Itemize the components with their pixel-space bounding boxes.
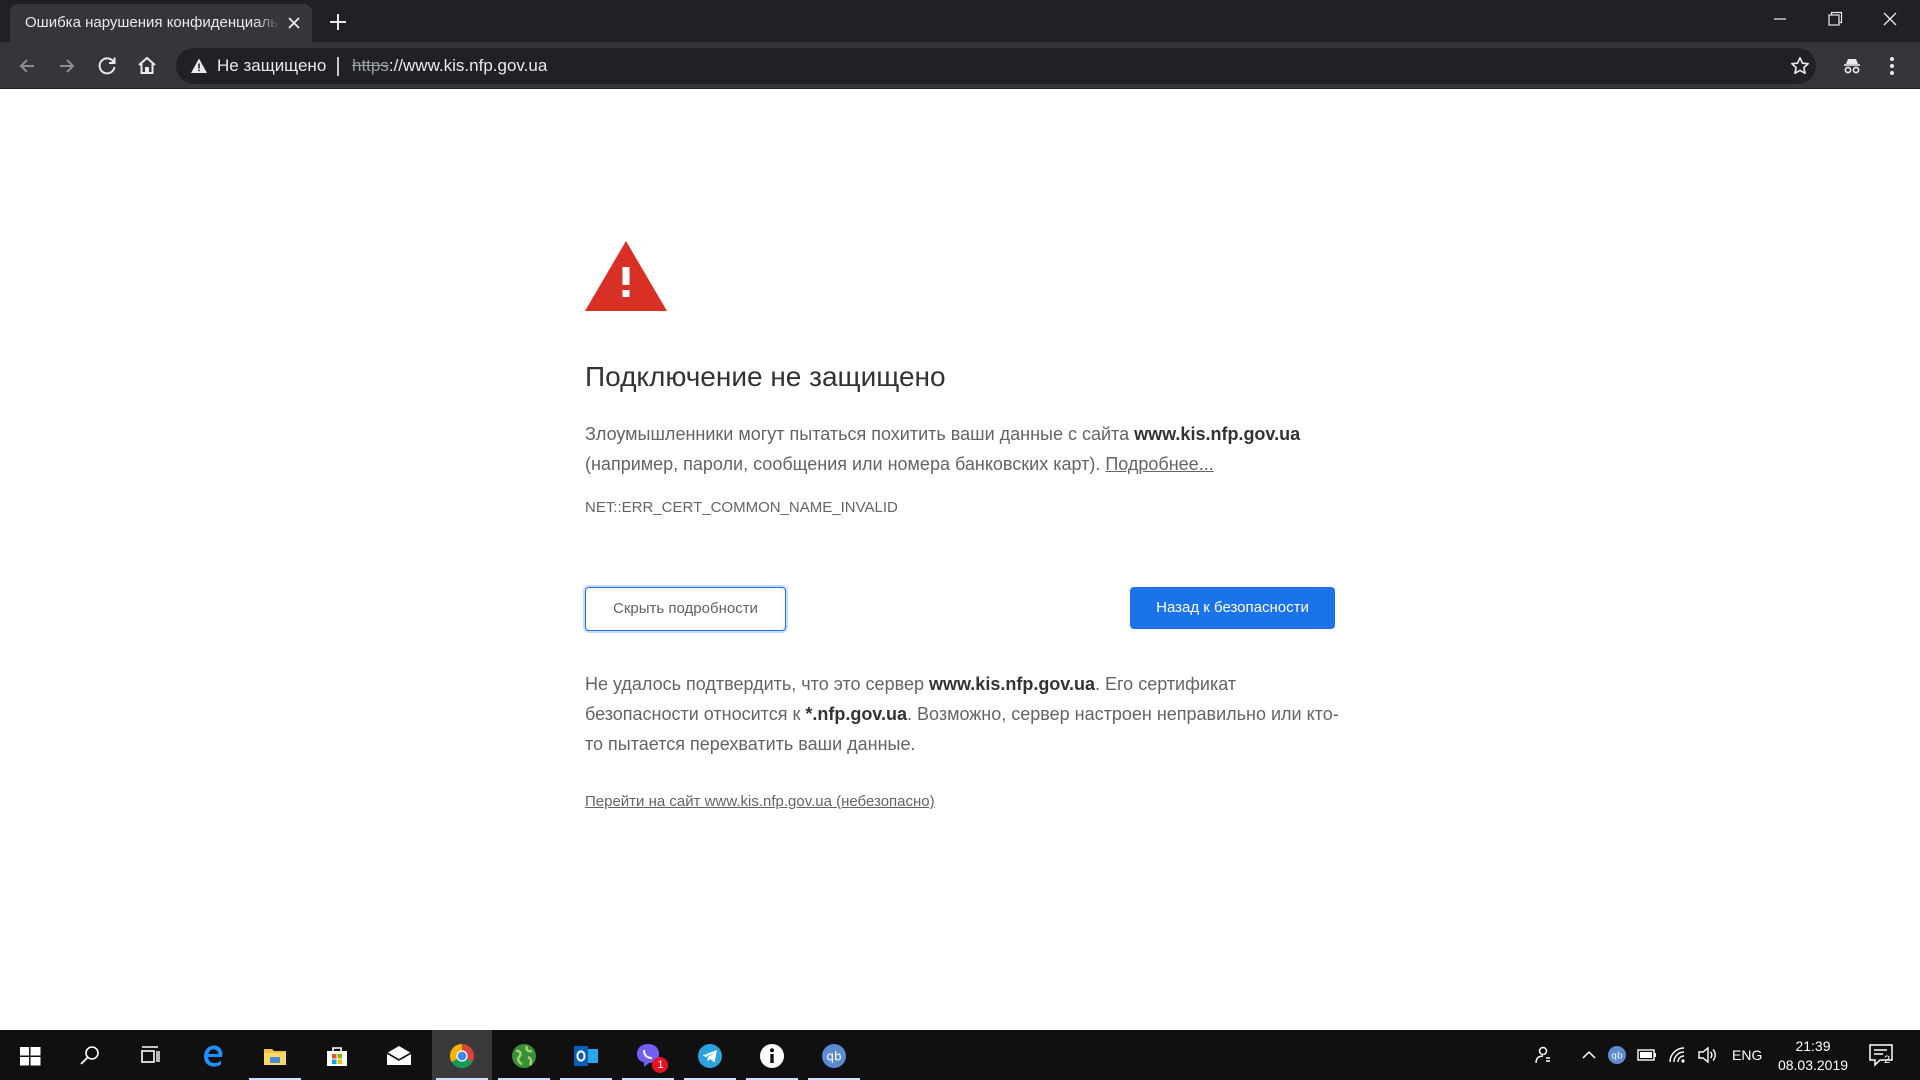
- svg-text:qb: qb: [1611, 1052, 1623, 1062]
- clock-date: 08.03.2019: [1777, 1057, 1849, 1073]
- windows-logo-icon: [20, 1047, 41, 1066]
- browser-toolbar: Не защищено https://www.kis.nfp.gov.ua: [0, 42, 1920, 89]
- warning-triangle-icon: [585, 241, 667, 311]
- search-icon: [80, 1046, 99, 1065]
- tab-title: Ошибка нарушения конфиденциальности: [25, 4, 280, 42]
- url-scheme: https: [352, 56, 389, 75]
- url-host: ://www.kis.nfp.gov.ua: [388, 56, 548, 75]
- new-tab-plus-icon[interactable]: [326, 10, 350, 34]
- home-icon[interactable]: [133, 52, 161, 80]
- taskbar-edge[interactable]: [183, 1030, 243, 1080]
- taskbar-store[interactable]: [307, 1030, 367, 1080]
- volume-icon[interactable]: [1696, 1044, 1718, 1066]
- tab-strip: Ошибка нарушения конфиденциальности: [0, 0, 1920, 42]
- qbittorrent-icon: qb: [822, 1044, 846, 1068]
- mail-icon: [386, 1046, 412, 1065]
- proceed-unsafe-link[interactable]: Перейти на сайт www.kis.nfp.gov.ua (небе…: [585, 793, 935, 810]
- restore-window-icon[interactable]: [1806, 0, 1862, 40]
- wifi-icon[interactable]: [1666, 1044, 1688, 1066]
- taskbar-chrome[interactable]: [432, 1030, 492, 1080]
- notification-icon: [1869, 1044, 1893, 1067]
- globe-app-icon: [512, 1044, 536, 1068]
- windows-taskbar: 1 qb qb ENG 21:39 08.03.2019 2: [0, 1030, 1920, 1080]
- notification-count: 2: [1884, 1054, 1891, 1066]
- folder-icon: [264, 1049, 286, 1065]
- task-view-button[interactable]: [120, 1030, 180, 1080]
- intro-paragraph: Злоумышленники могут пытаться похитить в…: [585, 419, 1345, 479]
- system-clock[interactable]: 21:39 08.03.2019: [1772, 1037, 1854, 1075]
- action-center-button[interactable]: 2: [1868, 1042, 1896, 1068]
- intro-text-continued: (например, пароли, сообщения или номера …: [585, 454, 1106, 474]
- omnibox-divider: [337, 57, 339, 76]
- taskbar-outlook[interactable]: [556, 1030, 616, 1080]
- learn-more-link[interactable]: Подробнее...: [1105, 454, 1213, 474]
- taskbar-telegram[interactable]: [680, 1030, 740, 1080]
- hide-details-button[interactable]: Скрыть подробности: [585, 587, 786, 631]
- minimize-window-icon[interactable]: [1752, 0, 1808, 40]
- close-tab-icon[interactable]: [284, 13, 304, 33]
- bookmark-star-icon[interactable]: [1790, 56, 1810, 76]
- search-button[interactable]: [60, 1030, 120, 1080]
- url-text[interactable]: https://www.kis.nfp.gov.ua: [352, 48, 547, 84]
- address-bar[interactable]: Не защищено https://www.kis.nfp.gov.ua: [176, 48, 1816, 84]
- security-status-label[interactable]: Не защищено: [217, 48, 326, 84]
- edge-browser-icon: [204, 1045, 223, 1067]
- taskbar-qbittorrent[interactable]: qb: [804, 1030, 864, 1080]
- incognito-extension-icon[interactable]: [1838, 52, 1866, 80]
- forward-arrow-icon[interactable]: [53, 52, 81, 80]
- taskbar-viber[interactable]: 1: [618, 1030, 678, 1080]
- not-secure-warning-icon[interactable]: [190, 57, 208, 75]
- battery-icon[interactable]: [1636, 1044, 1658, 1066]
- telegram-icon: [698, 1044, 722, 1068]
- svg-text:qb: qb: [826, 1050, 841, 1064]
- back-arrow-icon[interactable]: [13, 52, 41, 80]
- input-language[interactable]: ENG: [1732, 1030, 1762, 1080]
- details-paragraph: Не удалось подтвердить, что это сервер w…: [585, 669, 1345, 759]
- intro-domain: www.kis.nfp.gov.ua: [1134, 424, 1301, 444]
- page-title: Подключение не защищено: [585, 361, 946, 392]
- details-domain: www.kis.nfp.gov.ua: [928, 674, 1095, 694]
- reload-icon[interactable]: [93, 52, 121, 80]
- details-text: Не удалось подтвердить, что это сервер: [585, 674, 929, 694]
- people-icon[interactable]: [1532, 1044, 1554, 1066]
- outlook-icon: [574, 1046, 598, 1066]
- show-hidden-icons-chevron-icon[interactable]: [1578, 1044, 1600, 1066]
- close-window-icon[interactable]: [1862, 0, 1918, 40]
- chrome-icon: [449, 1044, 474, 1069]
- ssl-interstitial-page: Подключение не защищено Злоумышленники м…: [0, 89, 1920, 1030]
- info-icon: [760, 1044, 784, 1068]
- taskbar-file-explorer[interactable]: [245, 1030, 305, 1080]
- taskbar-earth-app[interactable]: [494, 1030, 554, 1080]
- back-to-safety-button[interactable]: Назад к безопасности: [1130, 587, 1335, 629]
- viber-unread-count: 1: [657, 1059, 664, 1071]
- details-cert-domain: *.nfp.gov.ua: [805, 704, 907, 724]
- start-button[interactable]: [0, 1030, 60, 1080]
- taskbar-mail[interactable]: [369, 1030, 429, 1080]
- clock-time: 21:39: [1795, 1038, 1831, 1054]
- taskbar-info-app[interactable]: [742, 1030, 802, 1080]
- intro-text: Злоумышленники могут пытаться похитить в…: [585, 424, 1135, 444]
- store-bag-icon: [327, 1047, 347, 1066]
- error-code[interactable]: NET::ERR_CERT_COMMON_NAME_INVALID: [585, 499, 898, 516]
- qbittorrent-tray-icon[interactable]: qb: [1606, 1044, 1628, 1066]
- task-view-icon: [141, 1046, 160, 1063]
- menu-kebab-icon[interactable]: [1878, 52, 1906, 80]
- browser-tab[interactable]: Ошибка нарушения конфиденциальности: [10, 4, 312, 42]
